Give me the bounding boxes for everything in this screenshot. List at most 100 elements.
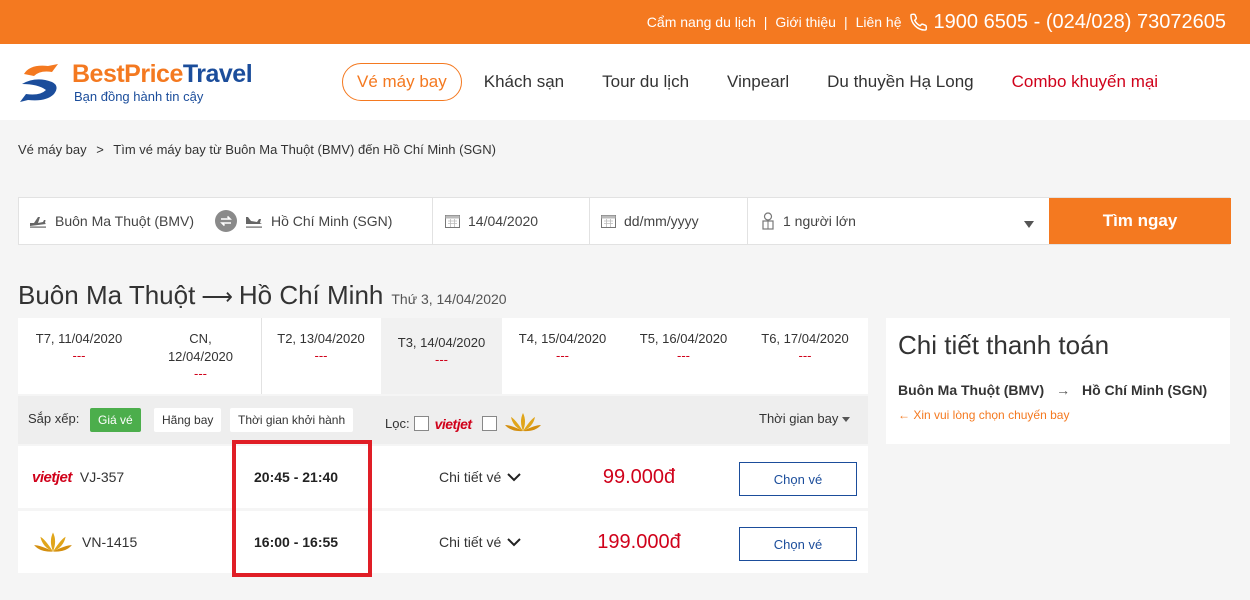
date-tab-price: ---	[677, 348, 690, 363]
summary-title: Chi tiết thanh toán	[898, 330, 1110, 360]
top-links: Cẩm nang du lịch | Giới thiệu | Liên hệ …	[647, 0, 1226, 44]
date-tab-label: T3, 14/04/2020	[397, 335, 486, 350]
summary-route: Buôn Ma Thuột (BMV) → Hồ Chí Minh (SGN)	[898, 382, 1207, 398]
takeoff-icon	[29, 214, 47, 228]
phone-icon	[908, 11, 930, 33]
nav-hotels[interactable]: Khách sạn	[484, 72, 564, 92]
sort-by-price-button[interactable]: Giá vé	[90, 408, 141, 432]
date-tab-price: ---	[314, 348, 328, 363]
date-tab-3-selected[interactable]: T3, 14/04/2020 ---	[381, 318, 502, 394]
ticket-detail-label: Chi tiết vé	[439, 534, 502, 550]
calendar-icon	[445, 214, 460, 228]
link-travel-guide[interactable]: Cẩm nang du lịch	[647, 14, 756, 30]
origin-field[interactable]: Buôn Ma Thuột (BMV)	[29, 198, 209, 244]
person-icon	[761, 212, 775, 230]
main-nav: Vé máy bay Khách sạn Tour du lịch Vinpea…	[342, 62, 1158, 102]
date-tab-price: ---	[72, 348, 86, 363]
date-tab-price: ---	[435, 352, 448, 367]
nav-vinpearl[interactable]: Vinpearl	[727, 72, 789, 92]
logo[interactable]: BestPriceTravel Bạn đồng hành tin cậy	[18, 58, 268, 108]
hotline[interactable]: 1900 6505 - (024/028) 73072605	[934, 11, 1226, 34]
flight-price: 199.000đ	[597, 530, 681, 553]
summary-hint: ← Xin vui lòng chọn chuyến bay	[898, 408, 1070, 422]
route-title: Buôn Ma Thuột ⟶ Hồ Chí Minh Thứ 3, 14/04…	[18, 280, 507, 311]
header: BestPriceTravel Bạn đồng hành tin cậy Vé…	[0, 44, 1250, 120]
flight-code: VN-1415	[82, 534, 138, 550]
passenger-select[interactable]: 1 người lớn	[761, 198, 1046, 244]
date-tab-label: T5, 16/04/2020	[639, 331, 728, 346]
destination-field[interactable]: Hồ Chí Minh (SGN)	[245, 198, 425, 244]
lotus-logo-icon	[32, 530, 74, 554]
calendar-icon	[601, 214, 616, 228]
chevron-down-icon	[507, 537, 521, 547]
ticket-detail-toggle[interactable]: Chi tiết vé	[439, 446, 521, 508]
return-date-placeholder: dd/mm/yyyy	[624, 213, 699, 229]
separator: |	[843, 14, 848, 30]
caret-down-icon	[842, 417, 850, 422]
flight-row: vietjet VJ-357 20:45 - 21:40 Chi tiết vé…	[18, 446, 868, 508]
date-tab-label-line2: 12/04/2020	[167, 349, 234, 364]
filter-vietjet-checkbox[interactable]	[413, 416, 429, 431]
link-about[interactable]: Giới thiệu	[775, 14, 836, 30]
airline-filter: Lọc: vietjet	[385, 411, 543, 436]
passenger-value: 1 người lớn	[783, 213, 856, 229]
sort-by-departure-button[interactable]: Thời gian khởi hành	[230, 408, 354, 432]
caret-down-icon	[1024, 216, 1034, 232]
date-tab-price: ---	[556, 348, 569, 363]
select-ticket-button[interactable]: Chọn vé	[739, 462, 857, 496]
depart-date-value: 14/04/2020	[468, 213, 539, 229]
select-ticket-button[interactable]: Chọn vé	[739, 527, 857, 561]
date-tab-0[interactable]: T7, 11/04/2020 ---	[18, 318, 140, 394]
logo-brand: BestPriceTravel	[72, 60, 253, 89]
nav-tours[interactable]: Tour du lịch	[602, 72, 689, 92]
vietjet-logo: vietjet	[32, 468, 72, 486]
flight-row: VN-1415 16:00 - 16:55 Chi tiết vé 199.00…	[18, 511, 868, 573]
link-contact[interactable]: Liên hệ	[856, 14, 902, 30]
date-tab-2[interactable]: T2, 13/04/2020 ---	[262, 318, 380, 394]
date-tab-label: T7, 11/04/2020	[35, 331, 123, 346]
date-tab-label: T2, 13/04/2020	[277, 331, 365, 346]
swap-icon[interactable]	[215, 210, 237, 232]
filter-vietnam-airlines-checkbox[interactable]	[481, 416, 497, 431]
time-highlight-box	[232, 440, 372, 577]
flight-time-sort[interactable]: Thời gian bay	[759, 411, 850, 426]
date-tab-price: ---	[194, 366, 207, 381]
route-origin: Buôn Ma Thuột	[18, 280, 196, 310]
summary-origin: Buôn Ma Thuột (BMV)	[898, 382, 1045, 398]
vietjet-logo: vietjet	[434, 415, 472, 432]
breadcrumb: Vé máy bay > Tìm vé máy bay từ Buôn Ma T…	[18, 142, 496, 157]
ticket-detail-label: Chi tiết vé	[439, 469, 502, 485]
lotus-logo-icon	[503, 411, 543, 436]
route-destination: Hồ Chí Minh	[238, 280, 384, 310]
sort-label: Sắp xếp:	[28, 411, 80, 426]
date-tab-4[interactable]: T4, 15/04/2020 ---	[502, 318, 623, 394]
separator: |	[763, 14, 768, 30]
date-tab-1[interactable]: CN, 12/04/2020 ---	[140, 318, 262, 394]
summary-destination: Hồ Chí Minh (SGN)	[1081, 382, 1208, 398]
chevron-down-icon	[507, 472, 521, 482]
nav-combo-promo[interactable]: Combo khuyến mại	[1012, 72, 1158, 92]
route-date: Thứ 3, 14/04/2020	[391, 291, 507, 307]
origin-value: Buôn Ma Thuột (BMV)	[55, 213, 195, 229]
breadcrumb-home[interactable]: Vé máy bay	[18, 142, 87, 157]
date-tab-label: T4, 15/04/2020	[518, 331, 607, 346]
long-arrow-icon: ⟶	[201, 284, 233, 309]
nav-flights[interactable]: Vé máy bay	[342, 63, 462, 101]
depart-date-field[interactable]: 14/04/2020	[445, 198, 595, 244]
flight-time-label: Thời gian bay	[759, 411, 839, 426]
date-tab-5[interactable]: T5, 16/04/2020 ---	[623, 318, 744, 394]
top-bar: Cẩm nang du lịch | Giới thiệu | Liên hệ …	[0, 0, 1250, 44]
ticket-detail-toggle[interactable]: Chi tiết vé	[439, 511, 521, 573]
landing-icon	[245, 214, 263, 228]
divider	[432, 198, 433, 244]
nav-halong-cruise[interactable]: Du thuyền Hạ Long	[827, 72, 974, 92]
divider	[747, 198, 748, 244]
date-tab-label: T6, 17/04/2020	[761, 331, 849, 346]
return-date-field[interactable]: dd/mm/yyyy	[601, 198, 741, 244]
flight-search-form: Buôn Ma Thuột (BMV) Hồ Chí Minh (SGN) 14…	[18, 197, 1231, 245]
search-button[interactable]: Tìm ngay	[1049, 198, 1231, 244]
date-tab-label: CN, 12/04/2020	[140, 330, 261, 366]
sort-by-airline-button[interactable]: Hãng bay	[154, 408, 222, 432]
date-tab-6[interactable]: T6, 17/04/2020 ---	[744, 318, 866, 394]
logo-brand-b: Travel	[182, 60, 253, 88]
